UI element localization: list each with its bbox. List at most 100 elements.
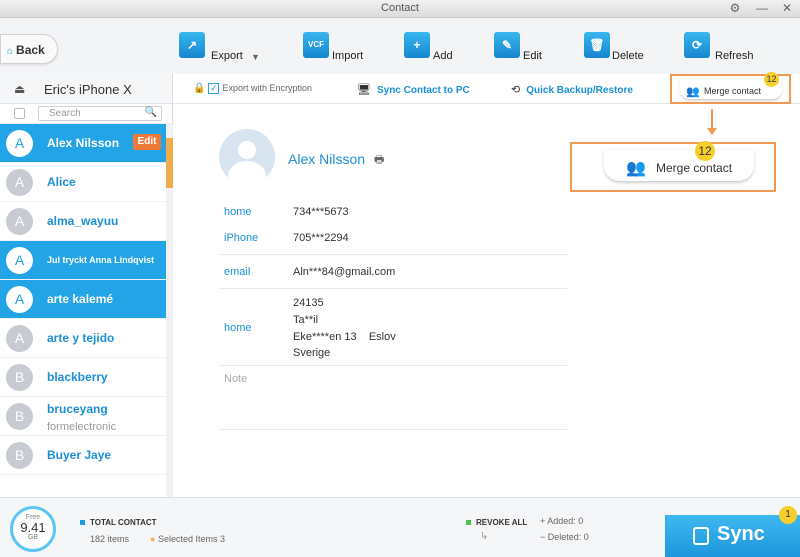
contact-photo[interactable]	[219, 129, 275, 185]
list-item[interactable]: A arte y tejido	[0, 319, 166, 358]
title-bar: Contact ⚙ — ✕	[0, 0, 800, 18]
contact-detail-panel: 🔒 ✓ Export with Encryption 🖥 Sync Contact t…	[173, 72, 800, 497]
quick-backup-label: Quick Backup/Restore	[526, 85, 633, 96]
added-count: + Added: 0	[540, 516, 584, 526]
contact-name: Alex Nilsson	[47, 136, 120, 150]
edit-button[interactable]: ✎ Edit	[494, 32, 544, 72]
contact-name: arte y tejido	[47, 331, 115, 345]
email-label: email	[224, 266, 251, 278]
address-line-2[interactable]: Ta**il	[293, 314, 318, 326]
chevron-down-icon[interactable]: ▼	[251, 52, 260, 62]
lock-icon: 🔒	[193, 83, 206, 94]
monitor-icon: 🖥	[357, 84, 371, 96]
refresh-button[interactable]: ⟳ Refresh	[684, 32, 754, 72]
contact-list-scrollbar[interactable]	[166, 124, 173, 497]
merge-count-badge-zoomed: 12	[695, 141, 715, 161]
eject-icon[interactable]: ⏏	[14, 82, 25, 96]
added-label: Added: 0	[547, 516, 584, 526]
storage-unit: GB	[27, 534, 39, 541]
scrollbar-thumb[interactable]	[166, 138, 173, 188]
total-items: 182 items	[90, 534, 130, 544]
export-encryption-toggle[interactable]: 🔒 ✓ Export with Encryption	[193, 83, 312, 94]
quick-backup-button[interactable]: ⟲ Quick Backup/Restore	[511, 83, 633, 96]
add-button[interactable]: + Add	[404, 32, 454, 72]
storage-gauge: Free 9.41 GB	[10, 506, 56, 552]
contact-list: A Alex Nilsson Edit A Alice A alma_wayuu…	[0, 124, 166, 475]
selected-items-label: Selected Items 3	[157, 534, 225, 544]
contact-detail-name: Alex Nilsson	[288, 151, 366, 167]
list-item[interactable]: B blackberry	[0, 358, 166, 397]
trash-icon: 🗑	[584, 32, 610, 58]
device-name: Eric's iPhone X	[44, 82, 132, 97]
sync-to-pc-button[interactable]: 🖥 Sync Contact to PC	[357, 83, 470, 96]
list-item[interactable]: A Alice	[0, 163, 166, 202]
home-icon: ⌂	[7, 46, 14, 57]
divider	[219, 429, 567, 430]
storage-value: 9.41	[20, 520, 46, 535]
avatar: A	[6, 208, 33, 235]
export-label: Export	[211, 50, 243, 62]
settings-icon[interactable]: ⚙	[727, 1, 743, 17]
edit-pencil-icon: ✎	[494, 32, 520, 58]
export-encryption-label: Export with Encryption	[222, 83, 312, 93]
note-field[interactable]: Note	[224, 373, 247, 385]
merge-contact-label: Merge contact	[704, 86, 762, 96]
refresh-label: Refresh	[715, 50, 754, 62]
list-item[interactable]: B Buyer Jaye	[0, 436, 166, 475]
phone-iphone-label: iPhone	[224, 232, 259, 244]
edit-contact-button[interactable]: Edit	[133, 134, 161, 150]
list-item[interactable]: B bruceyang formelectronic	[0, 397, 166, 436]
revoke-all-button[interactable]: REVOKE ALL	[466, 518, 527, 527]
delete-button[interactable]: 🗑 Delete	[584, 32, 644, 72]
blue-square-icon	[80, 520, 85, 526]
email-value[interactable]: Aln***84@gmail.com	[293, 266, 395, 278]
address-line-1[interactable]: 24135	[293, 297, 324, 309]
encryption-checkbox[interactable]: ✓	[208, 83, 220, 94]
search-icon: 🔍	[144, 107, 157, 118]
phone-iphone-value[interactable]: 705***2294	[293, 232, 349, 244]
delete-label: Delete	[612, 50, 644, 62]
export-button[interactable]: ↗ Export ▼	[179, 32, 264, 72]
search-placeholder: Search	[49, 108, 81, 119]
add-label: Add	[433, 50, 453, 62]
import-button[interactable]: VCF Import	[303, 32, 365, 72]
avatar: B	[6, 364, 33, 391]
minimize-button[interactable]: —	[754, 1, 770, 17]
back-button[interactable]: ⌂ Back	[0, 34, 58, 64]
merge-contact-button-zoomed[interactable]: 👥 Merge contact	[604, 150, 754, 182]
list-item[interactable]: A alma_wayuu	[0, 202, 166, 241]
refresh-icon: ⟳	[684, 32, 710, 58]
list-item[interactable]: A arte kalemé	[0, 280, 166, 319]
main-toolbar: ⌂ Back ↗ Export ▼ VCF Import + Add ✎ Edit…	[0, 18, 800, 74]
print-icon[interactable]: 🖶	[374, 151, 384, 170]
avatar: B	[6, 403, 33, 430]
revoke-all-label: REVOKE ALL	[476, 518, 528, 527]
orange-dot-icon: ●	[150, 534, 156, 544]
total-contact-label: TOTAL CONTACT	[90, 518, 157, 527]
users-icon: 👥	[686, 86, 700, 98]
vcf-import-icon: VCF	[303, 32, 329, 58]
list-item[interactable]: A Alex Nilsson Edit	[0, 124, 166, 163]
deleted-count: − Deleted: 0	[540, 532, 589, 542]
phone-home-label: home	[224, 206, 252, 218]
list-item[interactable]: A Jul tryckt Anna Lindqvist	[0, 241, 166, 280]
import-label: Import	[332, 50, 364, 62]
divider	[219, 365, 567, 366]
contact-company: formelectronic	[47, 421, 117, 433]
contact-name: Buyer Jaye	[47, 448, 112, 462]
callout-arrow-head	[707, 128, 717, 135]
sync-button[interactable]: Sync	[665, 515, 800, 557]
avatar: A	[6, 169, 33, 196]
contact-name: blackberry	[47, 370, 108, 384]
close-button[interactable]: ✕	[779, 1, 795, 17]
select-all-checkbox[interactable]	[14, 108, 25, 119]
address-line-3[interactable]: Eke****en 13 Eslov	[293, 331, 396, 343]
total-contact: TOTAL CONTACT	[80, 518, 157, 527]
export-icon: ↗	[179, 32, 205, 58]
search-input[interactable]: Search 🔍	[38, 106, 162, 121]
merge-contact-zoom-callout: 👥 Merge contact 12	[570, 141, 776, 192]
phone-home-value[interactable]: 734***5673	[293, 206, 349, 218]
green-square-icon	[466, 520, 471, 526]
address-line-4[interactable]: Sverige	[293, 347, 330, 359]
users-icon: 👥	[626, 160, 646, 177]
